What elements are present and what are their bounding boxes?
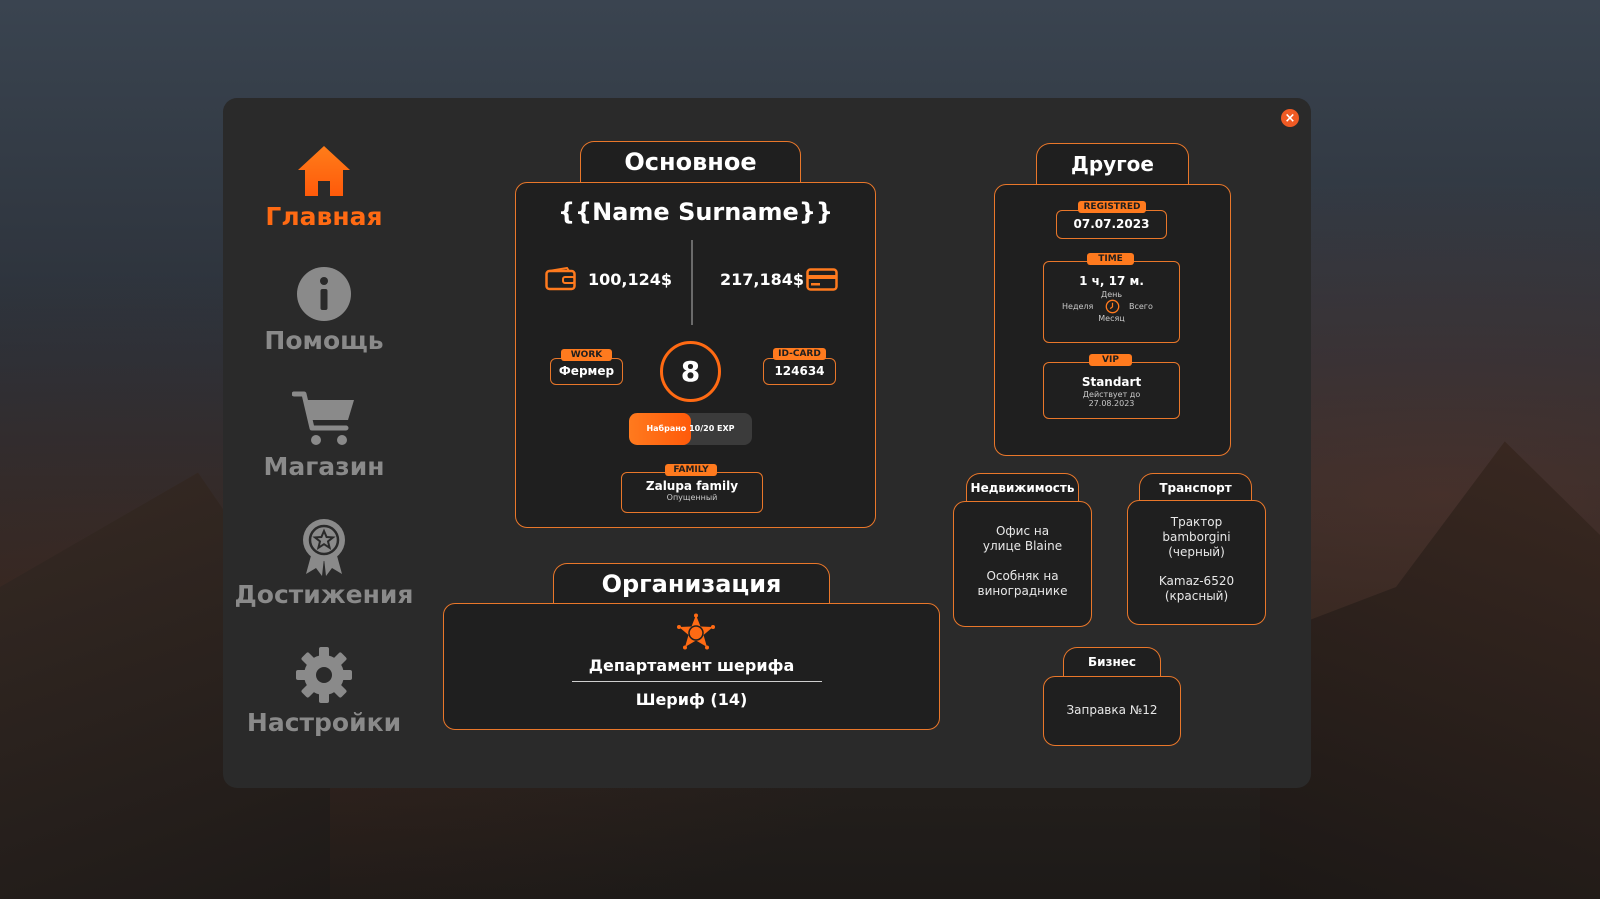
nav-label-settings: Настройки (246, 708, 402, 737)
vip-level: Standart (1081, 375, 1142, 389)
nav-item-shop[interactable]: Магазин (224, 390, 424, 481)
nav-item-home[interactable]: Главная (224, 144, 424, 231)
realty-item[interactable]: Офис на улице Blaine (954, 502, 1091, 554)
family-field: Zalupa family Опущенный (621, 472, 763, 513)
player-name: {{Name Surname}} (557, 198, 834, 226)
gear-icon (296, 647, 352, 703)
other-section-title: Другое (1036, 143, 1189, 185)
cart-icon (292, 391, 354, 445)
org-rank: Шериф (14) (635, 690, 748, 709)
family-tag: FAMILY (665, 464, 717, 476)
realty-item[interactable]: Особняк на винограднике (954, 554, 1091, 599)
main-section-title: Основное (580, 141, 801, 183)
org-section-title: Организация (553, 563, 830, 604)
org-name: Департамент шерифа (588, 656, 795, 675)
playtime-value: 1 ч, 17 м. (1079, 274, 1144, 288)
time-total-option[interactable]: Всего (1129, 302, 1153, 311)
wallet-icon (545, 267, 576, 291)
card-icon (806, 268, 838, 291)
close-icon: × (1284, 110, 1296, 126)
time-tag: TIME (1087, 253, 1134, 265)
registered-tag: REGISTRED (1078, 201, 1146, 213)
transport-item[interactable]: Трактор bamborgini (черный) (1128, 501, 1265, 560)
exp-label: Набрано 10/20 EXP (646, 424, 735, 433)
nav-label-shop: Магазин (263, 452, 385, 481)
business-item[interactable]: Заправка №12 (1044, 677, 1180, 743)
vip-tag: VIP (1089, 354, 1132, 366)
nav-item-achievements[interactable]: Достижения (224, 518, 424, 609)
time-week-option[interactable]: Неделя (1062, 302, 1093, 311)
vip-until-date: 27.08.2023 (1088, 399, 1135, 408)
exp-progress-bar: Набрано 10/20 EXP (629, 413, 752, 445)
level-circle: 8 (660, 341, 721, 402)
bank-balance: 217,184$ (720, 270, 805, 289)
transport-card: Трактор bamborgini (черный) Kamaz-6520 (… (1127, 500, 1266, 625)
family-name: Zalupa family (645, 479, 739, 493)
info-icon (297, 267, 351, 321)
nav-label-achievements: Достижения (234, 580, 414, 609)
time-month-option[interactable]: Месяц (1044, 314, 1179, 323)
work-tag: WORK (561, 349, 612, 361)
vip-field: Standart Действует до 27.08.2023 (1043, 362, 1180, 419)
vip-until-label: Действует до (1082, 390, 1141, 399)
idcard-field: 124634 (763, 358, 836, 385)
family-rank: Опущенный (666, 493, 718, 502)
time-field: 1 ч, 17 м. День Неделя Всего Месяц (1043, 261, 1180, 343)
transport-section-title: Транспорт (1139, 473, 1252, 503)
realty-card: Офис на улице Blaine Особняк на виноград… (953, 501, 1092, 627)
home-icon (298, 146, 350, 196)
nav-item-help[interactable]: Помощь (224, 266, 424, 355)
time-day-option[interactable]: День (1044, 290, 1179, 299)
close-button[interactable]: × (1281, 109, 1299, 127)
org-divider (572, 681, 822, 682)
idcard-tag: ID-CARD (773, 348, 826, 360)
transport-item[interactable]: Kamaz-6520 (красный) (1128, 560, 1265, 604)
registered-field: 07.07.2023 (1056, 210, 1167, 239)
nav-label-help: Помощь (264, 326, 384, 355)
nav-item-settings[interactable]: Настройки (224, 646, 424, 737)
background-mountain-right (1260, 441, 1600, 899)
sheriff-star-icon (677, 613, 715, 650)
work-field: Фермер (550, 358, 623, 385)
cash-balance: 100,124$ (588, 270, 673, 289)
business-card: Заправка №12 (1043, 676, 1181, 746)
clock-icon (1105, 299, 1120, 314)
business-section-title: Бизнес (1063, 647, 1161, 677)
balance-divider (691, 240, 693, 325)
nav-label-home: Главная (265, 202, 383, 231)
realty-section-title: Недвижимость (966, 473, 1079, 503)
award-icon (303, 519, 345, 576)
